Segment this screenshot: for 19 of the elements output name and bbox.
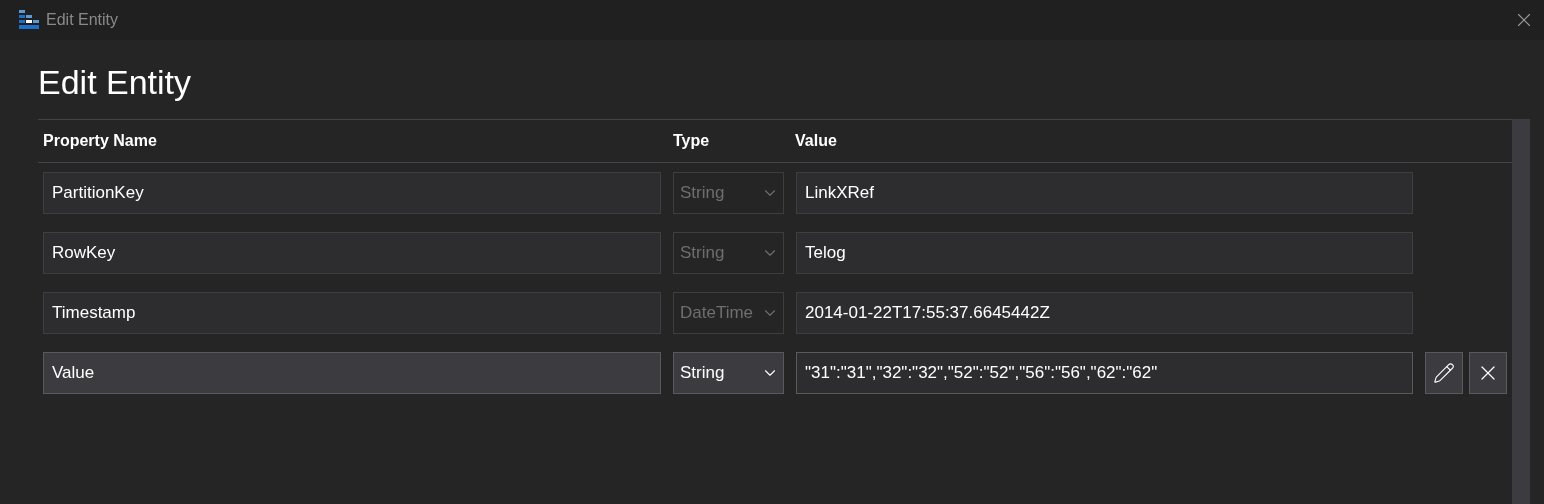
edit-button[interactable]	[1425, 352, 1463, 394]
type-dropdown[interactable]: String	[673, 352, 784, 394]
property-value-field[interactable]: 2014-01-22T17:55:37.6645442Z	[796, 292, 1413, 334]
property-value-field[interactable]: LinkXRef	[796, 172, 1413, 214]
column-header: Property Name	[42, 131, 158, 151]
property-name-field[interactable]: RowKey	[43, 232, 661, 274]
property-value-field[interactable]: Telog	[796, 232, 1413, 274]
property-name-field[interactable]: Value	[43, 352, 661, 394]
property-name-field[interactable]: Timestamp	[43, 292, 661, 334]
column-header: Type	[673, 131, 711, 151]
property-value-field[interactable]: "31":"31","32":"32","52":"52","56":"56","62":"62"	[796, 352, 1413, 394]
property-name-field[interactable]: PartitionKey	[43, 172, 661, 214]
pencil-icon	[1433, 362, 1455, 384]
column-header: Value	[795, 131, 837, 151]
window-title: Edit Entity	[46, 10, 119, 30]
app-logo-icon	[19, 10, 39, 30]
scrollbar[interactable]	[1512, 119, 1530, 504]
delete-button[interactable]	[1469, 352, 1507, 394]
page-heading: Edit Entity	[38, 62, 193, 103]
